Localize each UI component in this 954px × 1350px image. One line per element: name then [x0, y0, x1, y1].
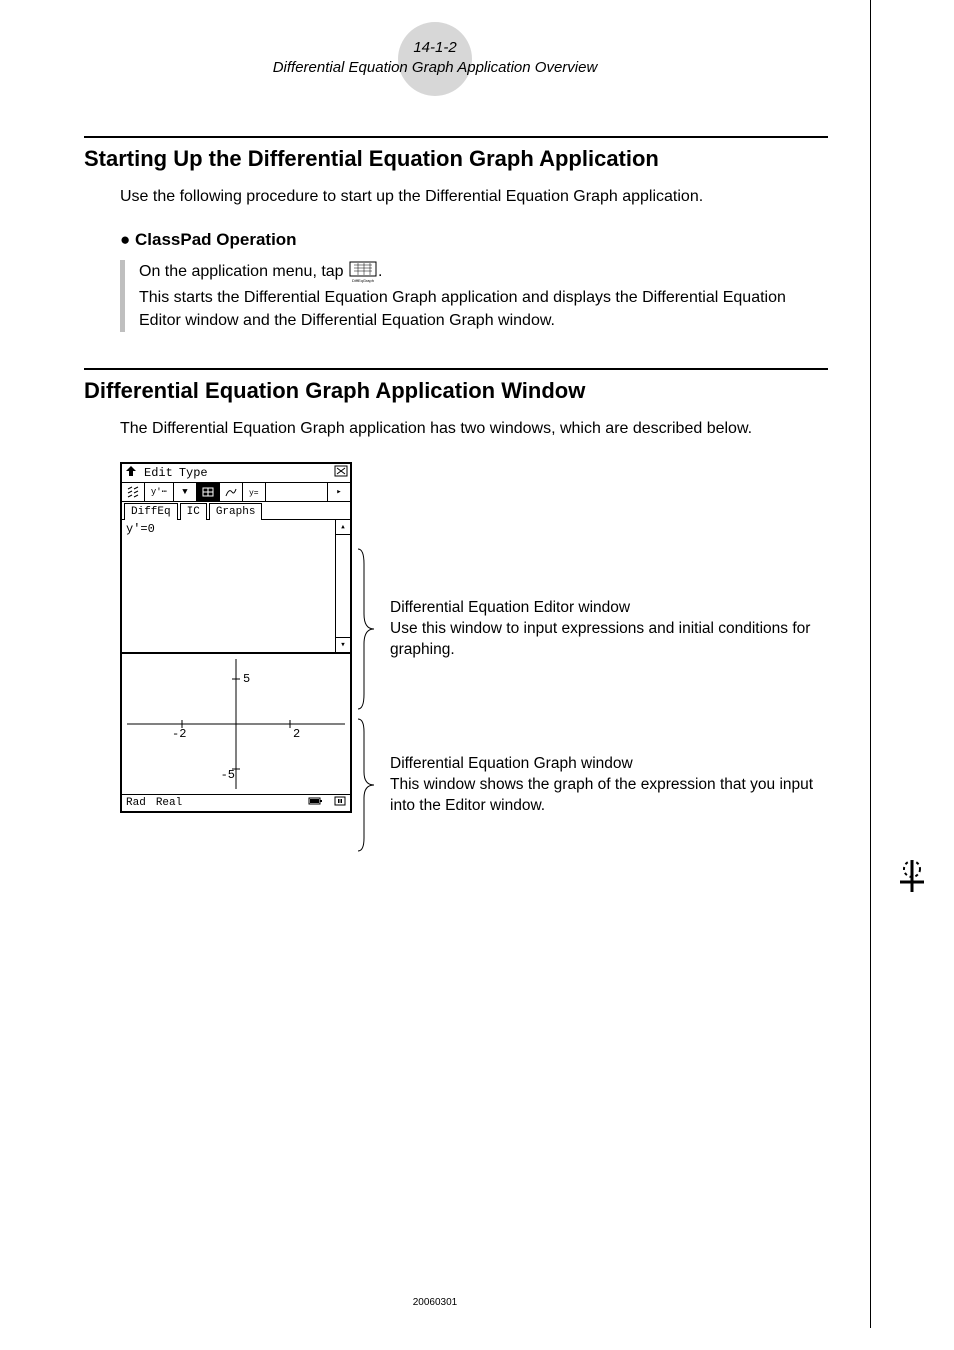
device-screenshot: Edit Type y'⋯ ▼ y=	[120, 462, 352, 813]
svg-text:2: 2	[293, 727, 300, 741]
menu-edit: Edit	[144, 466, 173, 480]
annotation-graph: Differential Equation Graph window This …	[386, 754, 828, 817]
status-bar: Rad Real	[122, 794, 350, 811]
divider	[84, 136, 828, 138]
annotation-editor-body: Use this window to input expressions and…	[390, 619, 828, 661]
toolbar-dropdown-icon: ▼	[174, 483, 197, 501]
operation-steps: On the application menu, tap DiffEqGraph…	[120, 260, 828, 332]
tab-bar: DiffEq IC Graphs	[122, 502, 350, 520]
toolbar-slope-icon	[122, 483, 145, 501]
toolbar-window-icon	[197, 483, 220, 501]
toolbar-misc-icon: y=	[243, 483, 266, 501]
svg-text:5: 5	[243, 672, 250, 686]
svg-text:DiffEqGraph: DiffEqGraph	[352, 278, 374, 283]
status-pause-icon	[334, 796, 346, 810]
menu-app-icon	[124, 465, 138, 481]
heading-startup: Starting Up the Differential Equation Gr…	[84, 146, 828, 172]
status-battery-icon	[308, 796, 324, 810]
step-1-pre: On the application menu, tap	[139, 263, 348, 280]
diffeq-app-icon: DiffEqGraph	[348, 261, 378, 283]
status-rad: Rad	[126, 797, 146, 809]
toolbar-graph-icon	[220, 483, 243, 501]
menu-type: Type	[179, 466, 208, 480]
editor-window: y'=0 ▴ ▾	[122, 520, 350, 652]
close-icon	[334, 465, 348, 481]
step-1-post: .	[378, 263, 382, 280]
tab-graphs: Graphs	[209, 503, 263, 520]
brace-graph-icon	[352, 714, 386, 856]
tab-ic: IC	[180, 503, 207, 520]
section-number: 14-1-2	[0, 38, 870, 58]
bullet-icon: ●	[120, 230, 130, 249]
menu-bar: Edit Type	[122, 464, 350, 483]
svg-text:-2: -2	[172, 727, 186, 741]
scrollbar: ▴ ▾	[335, 520, 350, 652]
brace-editor-icon	[352, 544, 386, 714]
toolbar-more-icon: ▸	[328, 483, 350, 501]
classpad-operation-heading: ● ClassPad Operation	[120, 230, 828, 250]
step-1: On the application menu, tap DiffEqGraph…	[139, 260, 828, 283]
editor-content: y'=0	[122, 520, 335, 652]
classpad-operation-label: ClassPad Operation	[135, 230, 297, 249]
intro-window: The Differential Equation Graph applicat…	[120, 418, 828, 440]
graph-window: 5 -5 2 -2	[122, 652, 350, 794]
toolbar-yprime-icon: y'⋯	[145, 483, 174, 501]
page-header: 14-1-2 Differential Equation Graph Appli…	[0, 28, 870, 100]
figure: Edit Type y'⋯ ▼ y=	[120, 462, 828, 856]
step-2: This starts the Differential Equation Gr…	[139, 286, 828, 332]
toolbar: y'⋯ ▼ y= ▸	[122, 483, 350, 502]
status-real: Real	[156, 797, 182, 809]
annotation-graph-body: This window shows the graph of the expre…	[390, 775, 828, 817]
section-title: Differential Equation Graph Application …	[0, 58, 870, 78]
annotation-editor-title: Differential Equation Editor window	[390, 598, 828, 619]
footer-date: 20060301	[0, 1297, 870, 1308]
annotation-editor: Differential Equation Editor window Use …	[386, 598, 828, 661]
divider	[84, 368, 828, 370]
intro-startup: Use the following procedure to start up …	[120, 186, 828, 208]
svg-text:-5: -5	[221, 768, 235, 782]
scroll-down-icon: ▾	[336, 637, 350, 652]
svg-text:y=: y=	[249, 489, 259, 498]
registration-mark-icon	[894, 858, 930, 899]
heading-window: Differential Equation Graph Application …	[84, 378, 828, 404]
scroll-up-icon: ▴	[336, 520, 350, 535]
annotation-graph-title: Differential Equation Graph window	[390, 754, 828, 775]
tab-diffeq: DiffEq	[124, 503, 178, 520]
